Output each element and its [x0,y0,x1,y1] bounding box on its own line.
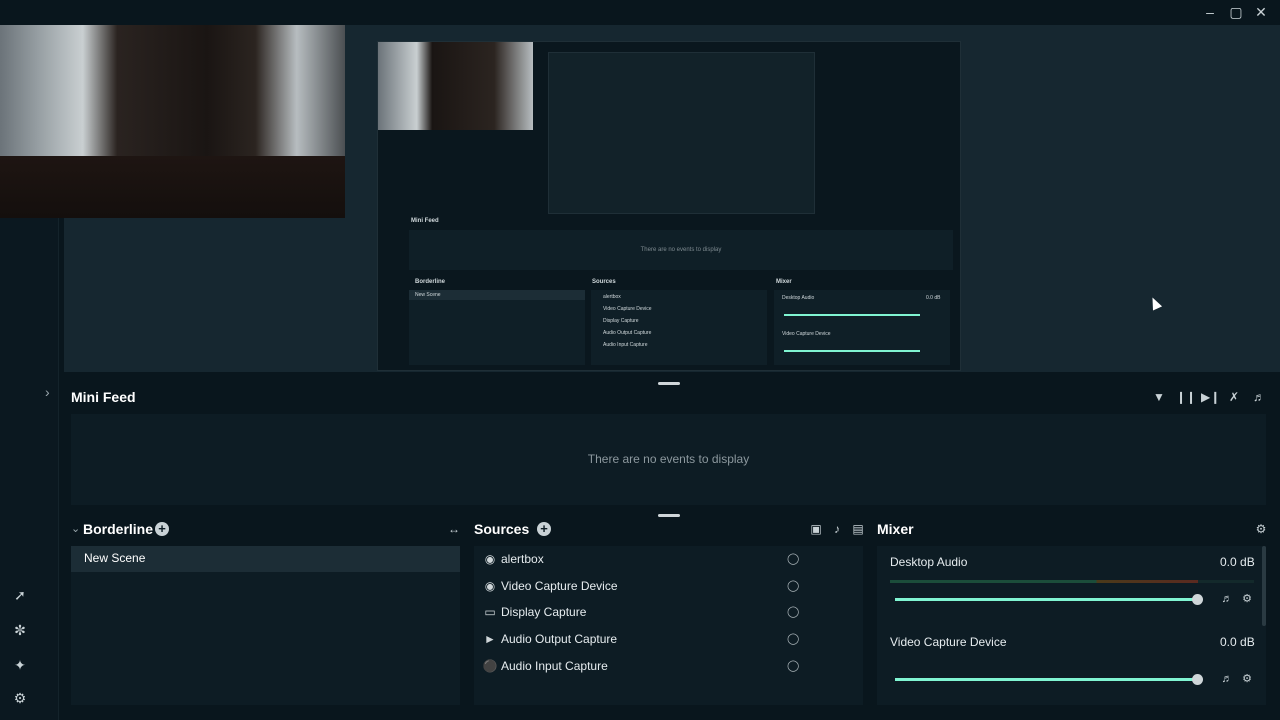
rocket-icon[interactable]: ➚ [10,585,30,605]
gear-icon[interactable]: ⚙ [1240,592,1254,606]
nested-empty-text: There are no events to display [640,247,722,253]
nested-fader-2 [784,350,920,352]
scene-label: New Scene [84,551,146,565]
add-scene-button[interactable]: + [155,522,169,536]
webcam-icon: ◉ [484,579,496,593]
volume-icon[interactable]: ♬ [1251,389,1267,405]
volume-meter [890,580,1254,583]
nested-minifeed-title: Mini Feed [411,218,439,224]
mixer-settings-icon[interactable]: ⚙ [1253,521,1269,537]
title-bar: – ▢ ✕ [0,0,1280,25]
nested-mixer-panel: Desktop Audio 0.0 dB Video Capture Devic… [774,290,950,365]
minifeed-panel: There are no events to display [71,414,1266,505]
source-item[interactable]: ► Audio Output Capture ◯ [480,628,840,650]
mixer-scrollbar[interactable] [1262,546,1266,626]
mute-alerts-icon[interactable]: ✗ [1226,389,1242,405]
chevron-down-icon[interactable]: ⌄ [71,522,80,535]
nested-source-1: alertbox [603,294,621,300]
volume-fader[interactable] [895,598,1198,601]
source-label: Display Capture [501,605,587,619]
volume-meter-fill [890,580,1198,583]
minifeed-empty-text: There are no events to display [587,452,750,466]
add-folder-icon[interactable]: ▤ [850,521,866,537]
close-icon[interactable]: ✕ [1251,2,1271,22]
sources-title: Sources [474,521,530,537]
mixer-channel-db: 0.0 dB [1220,635,1255,649]
source-item[interactable]: ▭ Display Capture ◯ [480,601,840,623]
nested-source-4: Audio Output Capture [603,330,652,336]
add-source-button[interactable]: + [537,522,551,536]
minifeed-title: Mini Feed [71,389,136,405]
scene-item[interactable]: New Scene [71,546,460,572]
nested-webcam [378,42,533,130]
nested-video-capture: Video Capture Device [782,331,831,337]
gear-icon[interactable]: ⚙ [1240,672,1254,686]
nested-desktop-db: 0.0 dB [926,295,941,301]
source-audio-icon[interactable]: ♪ [829,521,845,537]
skip-icon[interactable]: ▶❙ [1201,389,1220,405]
filter-icon[interactable]: ▼ [1151,389,1167,405]
source-display-icon[interactable]: ▣ [808,521,824,537]
globe-icon: ◉ [484,552,496,566]
lock-icon[interactable]: ◯ [787,579,799,593]
minimize-icon[interactable]: – [1200,2,1220,22]
scenes-title[interactable]: Borderline [83,521,153,537]
lock-icon[interactable]: ◯ [787,552,799,566]
nested-sources-panel: alertbox Video Capture Device Display Ca… [591,290,767,365]
nested-fader-1 [784,314,920,316]
webcam-feed [0,25,345,218]
speaker-icon[interactable]: ♬ [1220,672,1234,686]
source-item[interactable]: ⚫ Audio Input Capture ◯ [480,655,840,677]
mixer-title: Mixer [877,521,914,537]
nested-scenes-panel: New Scene [409,290,585,365]
volume-fader[interactable] [895,678,1198,681]
mixer-panel [877,546,1266,705]
nested-source-3: Display Capture [603,318,639,324]
mixer-channel-name: Desktop Audio [890,555,968,569]
editor-canvas[interactable]: Mini Feed There are no events to display… [0,25,1280,372]
nested-mixer-title: Mixer [776,279,792,285]
source-label: Audio Input Capture [501,659,608,673]
nested-sources-title: Sources [592,279,616,285]
mixer-channel-name: Video Capture Device [890,635,1007,649]
nested-minifeed-box: There are no events to display [409,230,953,270]
chevron-right-icon[interactable]: › [45,384,50,400]
lock-icon[interactable]: ◯ [787,632,799,646]
theme-icon[interactable]: ✼ [10,620,30,640]
webcam-floor [0,156,345,218]
sparkle-icon[interactable]: ✦ [10,655,30,675]
monitor-icon: ▭ [484,605,496,619]
nested-desktop-audio: Desktop Audio [782,295,815,301]
resize-handle-top[interactable] [658,382,680,385]
resize-handle-bottom[interactable] [658,514,680,517]
microphone-icon: ⚫ [482,659,498,673]
pause-icon[interactable]: ❙❙ [1176,389,1196,405]
nested-window [548,52,815,214]
speaker-icon: ► [484,632,496,646]
source-item[interactable]: ◉ Video Capture Device ◯ [480,575,840,597]
nested-scenes-title: Borderline [415,279,446,285]
volume-fader-knob[interactable] [1192,594,1203,605]
source-label: alertbox [501,552,544,566]
lock-icon[interactable]: ◯ [787,605,799,619]
scene-transition-icon[interactable]: ↔ [446,521,462,537]
nested-source-5: Audio Input Capture [603,342,648,348]
display-capture-preview: Mini Feed There are no events to display… [377,41,961,371]
speaker-icon[interactable]: ♬ [1220,592,1234,606]
volume-fader-knob[interactable] [1192,674,1203,685]
source-label: Video Capture Device [501,579,618,593]
source-label: Audio Output Capture [501,632,618,646]
source-item[interactable]: ◉ alertbox ◯ [480,548,840,570]
lock-icon[interactable]: ◯ [787,659,799,673]
mixer-channel-db: 0.0 dB [1220,555,1255,569]
settings-icon[interactable]: ⚙ [10,688,30,708]
nested-scene-label: New Scene [415,292,441,298]
nested-source-2: Video Capture Device [603,306,652,312]
maximize-icon[interactable]: ▢ [1226,2,1246,22]
